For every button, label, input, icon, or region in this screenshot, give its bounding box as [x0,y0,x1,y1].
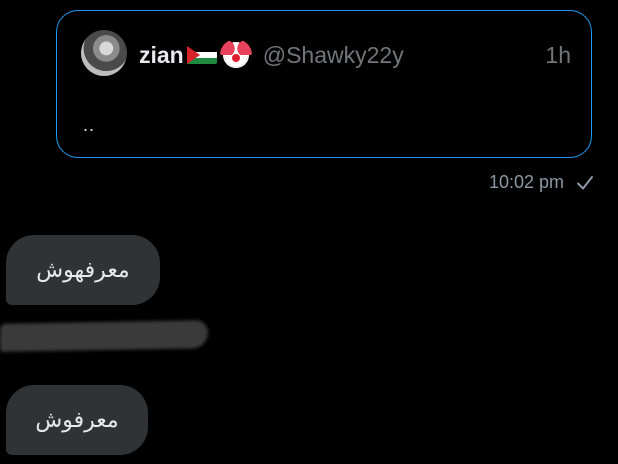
message-timestamp: 10:02 pm [488,172,564,192]
clown-face-icon [219,39,252,68]
received-message-bubble[interactable]: معرفهوش [6,235,160,305]
quoted-tweet-card[interactable]: zian @Shawky22y 1h .. [56,10,592,158]
message-text: معرفهوش [36,257,130,283]
message-meta: 10:02 pm [489,172,594,193]
tweet-header: zian @Shawky22y 1h [139,39,571,69]
user-avatar[interactable] [81,30,127,76]
tweet-text: .. [83,115,96,135]
redacted-content [0,320,208,352]
message-text: معرفوش [35,407,119,433]
user-handle[interactable]: @Shawky22y [263,42,404,69]
palestine-flag-icon [186,46,217,64]
tweet-time: 1h [545,41,571,68]
check-icon [577,175,593,189]
received-message-bubble[interactable]: معرفوش [6,385,148,455]
display-name[interactable]: zian [139,42,184,69]
